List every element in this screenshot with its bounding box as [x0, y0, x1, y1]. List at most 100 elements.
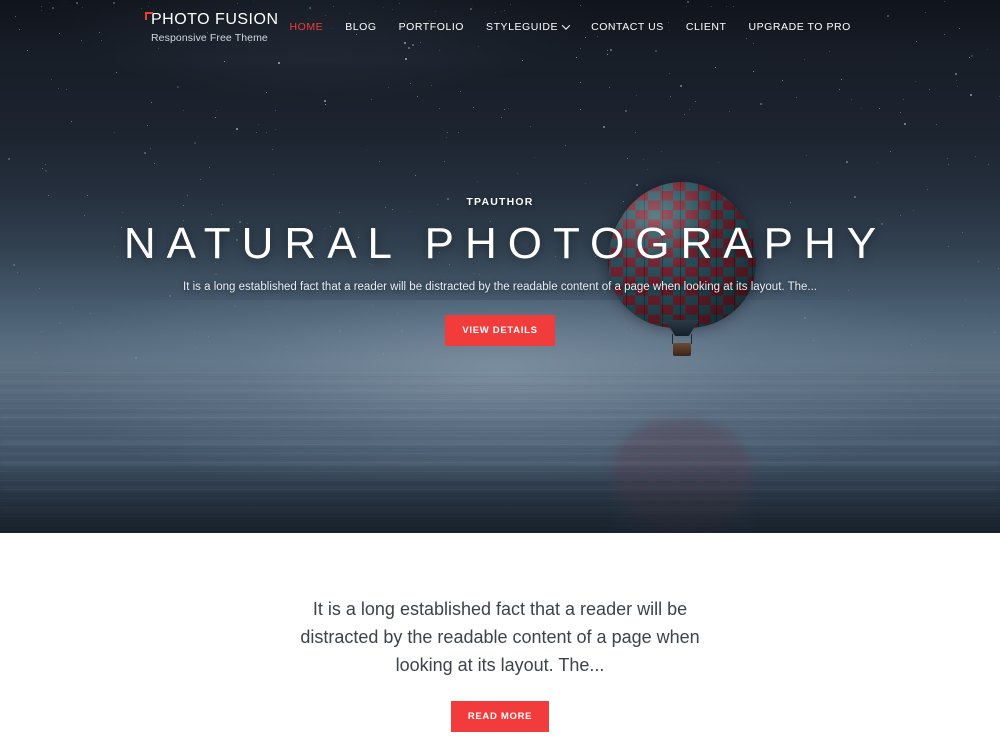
star	[214, 117, 216, 119]
hero-description: It is a long established fact that a rea…	[183, 281, 817, 293]
star	[458, 132, 460, 134]
star	[272, 174, 274, 176]
star	[695, 101, 697, 103]
read-more-button[interactable]: READ MORE	[450, 701, 550, 732]
star	[388, 87, 390, 89]
water-highlight-band	[0, 430, 1000, 431]
star	[845, 161, 848, 164]
nav-item-home[interactable]: HOME	[279, 21, 335, 33]
star	[447, 132, 449, 134]
star	[223, 60, 225, 62]
star	[147, 125, 149, 127]
star	[970, 93, 973, 96]
star	[635, 94, 637, 96]
star	[602, 125, 605, 128]
star	[235, 128, 238, 131]
star	[41, 168, 43, 170]
star	[670, 96, 672, 98]
hero-section: PHOTO FUSION Responsive Free Theme HOME B…	[0, 0, 1000, 533]
nav-item-contact-us[interactable]: CONTACT US	[580, 21, 675, 33]
star	[902, 99, 904, 101]
nav-item-portfolio[interactable]: PORTFOLIO	[388, 21, 475, 33]
nav-item-label: BLOG	[345, 21, 377, 33]
intro-text: It is a long established fact that a rea…	[300, 599, 700, 675]
star	[113, 131, 115, 133]
brand-title: PHOTO FUSION	[151, 10, 279, 28]
star	[841, 78, 842, 80]
nav-item-upgrade-to-pro[interactable]: UPGRADE TO PRO	[737, 21, 861, 33]
corner-bracket-icon	[145, 11, 153, 20]
star	[580, 82, 581, 84]
brand-logo[interactable]: PHOTO FUSION Responsive Free Theme	[145, 10, 279, 45]
star	[608, 86, 610, 88]
star	[271, 149, 273, 151]
star	[635, 132, 637, 134]
star	[194, 141, 197, 144]
star	[45, 163, 47, 165]
star	[444, 160, 446, 162]
nav-item-client[interactable]: CLIENT	[675, 21, 738, 33]
star	[476, 180, 478, 182]
view-details-button[interactable]: VIEW DETAILS	[445, 315, 555, 346]
nav-item-label: PORTFOLIO	[398, 21, 465, 33]
nav-item-label: STYLEGUIDE	[486, 21, 559, 33]
star	[416, 95, 418, 97]
star	[627, 158, 629, 160]
star	[516, 172, 518, 174]
star	[115, 72, 117, 74]
star	[899, 111, 901, 113]
star	[585, 183, 587, 185]
star	[975, 155, 977, 157]
star	[935, 123, 937, 125]
nav-item-label: CLIENT	[685, 21, 727, 33]
star	[410, 83, 412, 85]
star	[877, 161, 879, 163]
star	[521, 60, 523, 62]
star	[987, 164, 989, 166]
nav-item-label: HOME	[289, 21, 324, 33]
chevron-down-icon	[561, 21, 571, 30]
star	[473, 106, 475, 108]
brand-tagline: Responsive Free Theme	[151, 31, 268, 44]
star	[947, 158, 949, 160]
nav-item-blog[interactable]: BLOG	[334, 21, 387, 33]
nav-item-styleguide[interactable]: STYLEGUIDE	[475, 21, 580, 33]
star	[182, 110, 184, 112]
nav-item-label: CONTACT US	[591, 21, 664, 33]
star	[927, 188, 929, 190]
star	[647, 168, 649, 170]
star	[669, 73, 671, 75]
star	[176, 85, 179, 88]
star	[277, 62, 280, 65]
star	[415, 174, 417, 176]
star	[782, 80, 784, 82]
water-highlight-band	[0, 455, 1000, 456]
star	[533, 156, 535, 158]
star	[860, 108, 862, 110]
star	[903, 122, 906, 125]
star	[274, 129, 276, 131]
star	[679, 85, 682, 87]
star	[256, 132, 258, 134]
star	[460, 90, 462, 92]
water-highlight-band	[0, 416, 1000, 418]
star	[445, 137, 447, 139]
star	[955, 72, 958, 75]
star	[501, 117, 503, 119]
star	[71, 121, 73, 123]
star	[729, 111, 731, 113]
star	[200, 179, 202, 181]
star	[258, 123, 260, 125]
star	[947, 163, 949, 165]
star	[45, 170, 48, 173]
star	[154, 163, 156, 165]
star	[529, 126, 531, 128]
star	[643, 158, 645, 160]
star	[149, 148, 151, 150]
star	[689, 109, 691, 111]
star	[795, 96, 797, 98]
nav-item-label: UPGRADE TO PRO	[748, 21, 851, 33]
star	[752, 71, 754, 73]
star	[760, 103, 763, 106]
star	[929, 88, 931, 90]
